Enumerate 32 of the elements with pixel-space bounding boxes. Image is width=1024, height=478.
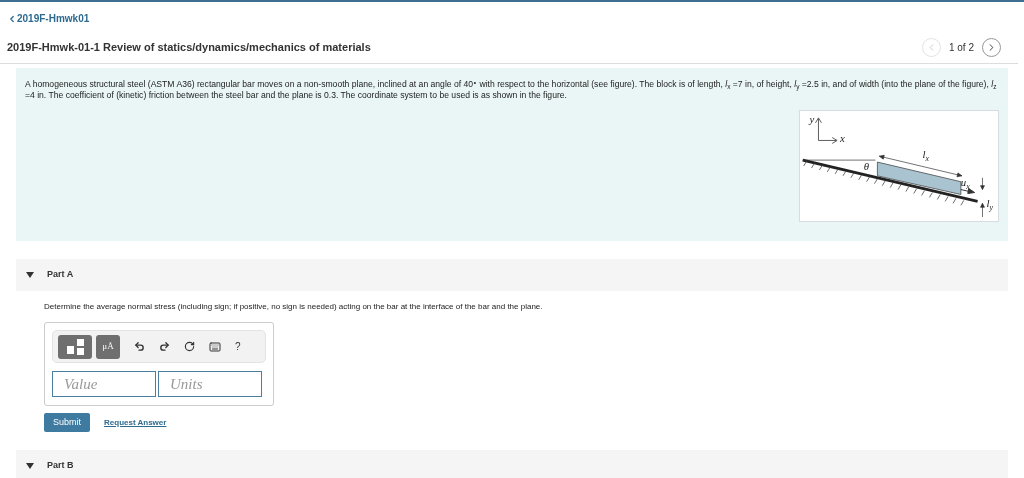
undo-icon[interactable] <box>134 341 145 352</box>
part-title: Part B <box>47 459 74 473</box>
part-title: Part A <box>47 268 74 282</box>
velocity-arrow <box>960 188 976 194</box>
part-header[interactable]: Part A <box>16 259 1008 291</box>
units-button[interactable]: μÅ <box>96 334 120 359</box>
figure-label: u$_{x}$ <box>960 175 970 191</box>
redo-icon[interactable] <box>159 341 170 352</box>
page-count: 1 of 2 <box>948 41 974 55</box>
help-button[interactable]: ? <box>235 339 241 354</box>
figure-label: x <box>840 132 845 145</box>
submit-button[interactable]: Submit <box>44 413 90 432</box>
problem-text: A homogeneous structural steel (ASTM A36) rectangular bar moves on a non-smooth plane, inclined at an angle of 40$^{∘}$ with respect to the horizontal (see figure). The block is of length, l$_{x}$ =7 in, of height, l$_{y}$ =2.5 in, and of width (into the plane of the figure), l$_{z}$ =4 in. The coefficient of (kinetic) friction between the steel bar and the plane is 0.3. The coordinate system to be used is as shown in the figure. <box>25 79 998 101</box>
answer-field[interactable]: Value <box>52 371 156 397</box>
height-arrow <box>980 177 985 218</box>
caret-icon[interactable] <box>26 463 34 469</box>
assignment-title: 2019F-Hmwk-01-1 Review of statics/dynamics/mechanics of materials <box>7 40 371 56</box>
template-button[interactable] <box>58 334 92 359</box>
figure-label: l$_{y}$ <box>986 197 993 213</box>
caret-icon[interactable] <box>26 272 34 278</box>
part-header[interactable]: Part B <box>16 450 1008 478</box>
request-answer-link[interactable]: Request Answer <box>104 416 167 429</box>
axes-drawing <box>815 117 838 144</box>
question-text: Determine the average normal stress (including sign; if positive, no sign is needed) acting on the bar at the interface of the bar and the plane. <box>44 301 544 313</box>
answer-field[interactable]: Units <box>158 371 262 397</box>
breadcrumb-link[interactable]: 2019F-Hmwk01 <box>7 11 1017 26</box>
keyboard-icon[interactable] <box>209 340 221 353</box>
figure-label: l$_{x}$ <box>922 148 930 164</box>
reset-icon[interactable] <box>184 341 195 352</box>
back-icon <box>7 13 17 24</box>
figure-label: y <box>809 112 815 125</box>
figure-label: θ <box>863 159 869 172</box>
